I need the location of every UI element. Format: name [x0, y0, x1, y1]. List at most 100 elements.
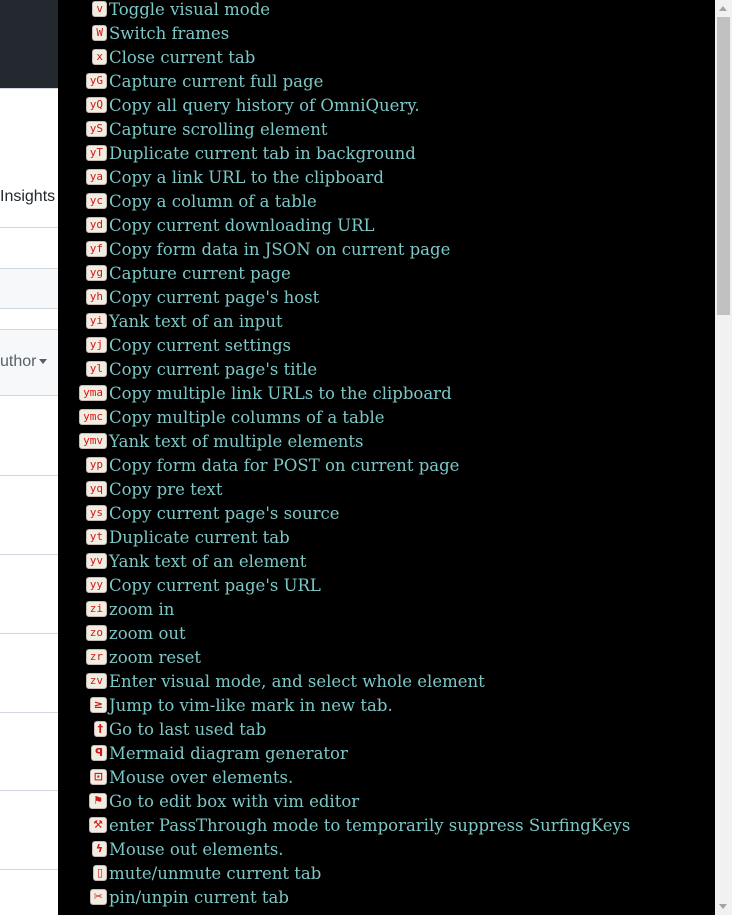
key-badge: ys: [85, 505, 107, 521]
key-cell: W: [58, 25, 108, 41]
key-cell: yT: [58, 145, 108, 161]
command-description: pin/unpin current tab: [109, 887, 289, 907]
command-description: mute/unmute current tab: [109, 863, 322, 883]
filter-bar: [0, 268, 60, 308]
key-badge: yS: [85, 121, 107, 137]
list-row-divider: [0, 475, 60, 476]
keybinding-row: yy Copy current page's URL: [58, 573, 321, 597]
keybinding-row: yd Copy current downloading URL: [58, 213, 374, 237]
scrollbar-thumb[interactable]: [717, 17, 730, 315]
keybinding-row: ϟ Mouse out elements.: [58, 837, 284, 861]
key-cell: ⚑: [58, 793, 108, 809]
keybinding-row: zr zoom reset: [58, 645, 201, 669]
key-badge: yT: [85, 145, 107, 161]
command-description: Jump to vim-like mark in new tab.: [109, 695, 393, 715]
key-badge: ymv: [79, 433, 107, 449]
keybinding-row: ⚒ enter PassThrough mode to temporarily s…: [58, 813, 630, 837]
key-badge: zv: [85, 673, 107, 689]
key-cell: zv: [58, 673, 108, 689]
key-cell: ꟼ: [58, 745, 108, 761]
keybinding-row: yg Capture current page: [58, 261, 291, 285]
key-cell: yi: [58, 313, 108, 329]
key-cell: yv: [58, 553, 108, 569]
keybinding-row: yT Duplicate current tab in background: [58, 141, 416, 165]
keybinding-help-overlay: v Toggle visual mode W Switch frames x Close …: [58, 0, 715, 915]
command-description: Mermaid diagram generator: [109, 743, 348, 763]
site-header: [0, 0, 60, 88]
key-cell: yg: [58, 265, 108, 281]
keybinding-row: zv Enter visual mode, and select whole el…: [58, 669, 485, 693]
key-cell: ϟ: [58, 841, 108, 857]
key-badge: ꟼ: [90, 745, 107, 761]
keybinding-row: ys Copy current page's source: [58, 501, 340, 525]
key-cell: yS: [58, 121, 108, 137]
command-description: Copy current page's title: [109, 359, 318, 379]
key-badge: yy: [85, 577, 107, 593]
key-badge: yp: [85, 457, 107, 473]
tab-insights[interactable]: Insights: [0, 188, 55, 206]
key-badge: zo: [85, 625, 107, 641]
keybinding-row: ymv Yank text of multiple elements: [58, 429, 363, 453]
list-row-divider: [0, 712, 60, 713]
key-cell: yl: [58, 361, 108, 377]
caret-down-icon: [39, 359, 48, 365]
command-description: enter PassThrough mode to temporarily su…: [109, 815, 631, 835]
command-description: zoom out: [109, 623, 186, 643]
command-description: Duplicate current tab in background: [109, 143, 416, 163]
command-description: Copy current page's host: [109, 287, 320, 307]
command-description: Go to last used tab: [109, 719, 267, 739]
keybinding-row: ▯ mute/unmute current tab: [58, 861, 321, 885]
key-cell: ys: [58, 505, 108, 521]
command-description: Duplicate current tab: [109, 527, 290, 547]
key-badge: yQ: [85, 97, 107, 113]
key-cell: yG: [58, 73, 108, 89]
key-cell: zr: [58, 649, 108, 665]
command-description: Copy multiple link URLs to the clipboard: [109, 383, 452, 403]
key-cell: yy: [58, 577, 108, 593]
keybinding-row: v Toggle visual mode: [58, 0, 270, 21]
command-description: Copy form data for POST on current page: [109, 455, 460, 475]
command-description: Mouse over elements.: [109, 767, 294, 787]
key-badge: yl: [85, 361, 107, 377]
command-description: Copy form data in JSON on current page: [109, 239, 451, 259]
key-badge: ▯: [92, 865, 107, 881]
key-cell: yma: [58, 385, 108, 401]
key-badge: yG: [85, 73, 107, 89]
key-badge: zi: [85, 601, 107, 617]
key-badge: ya: [85, 169, 107, 185]
key-cell: yp: [58, 457, 108, 473]
command-description: Yank text of multiple elements: [109, 431, 364, 451]
key-badge: yc: [85, 193, 107, 209]
divider: [0, 308, 60, 309]
key-badge: ≥: [89, 697, 107, 713]
key-cell: ymc: [58, 409, 108, 425]
divider: [0, 395, 60, 396]
key-cell: yh: [58, 289, 108, 305]
list-row-divider: [0, 554, 60, 555]
vertical-scrollbar[interactable]: [715, 0, 732, 915]
keybinding-row: ⚑ Go to edit box with vim editor: [58, 789, 359, 813]
command-description: Copy pre text: [109, 479, 223, 499]
key-badge: †: [93, 721, 107, 737]
command-description: Capture current full page: [109, 71, 324, 91]
key-cell: ≥: [58, 697, 108, 713]
browser-page: Insights uthor v Toggle visual mode W Switc…: [0, 0, 732, 915]
command-description: Capture current page: [109, 263, 291, 283]
key-cell: v: [58, 1, 108, 17]
key-cell: zi: [58, 601, 108, 617]
key-badge: yt: [85, 529, 107, 545]
key-cell: yj: [58, 337, 108, 353]
command-description: Toggle visual mode: [109, 0, 271, 19]
author-filter-dropdown[interactable]: uthor: [0, 353, 48, 371]
scroll-up-arrow-icon[interactable]: [719, 6, 727, 11]
command-description: Copy current page's source: [109, 503, 340, 523]
key-cell: yt: [58, 529, 108, 545]
key-cell: zo: [58, 625, 108, 641]
keybinding-row: yi Yank text of an input: [58, 309, 283, 333]
key-badge: ymc: [79, 409, 107, 425]
scroll-down-arrow-icon[interactable]: [719, 904, 727, 909]
list-row-divider: [0, 869, 60, 870]
keybinding-row: W Switch frames: [58, 21, 229, 45]
keybinding-row: yc Copy a column of a table: [58, 189, 317, 213]
key-badge: ⊡: [89, 769, 107, 785]
